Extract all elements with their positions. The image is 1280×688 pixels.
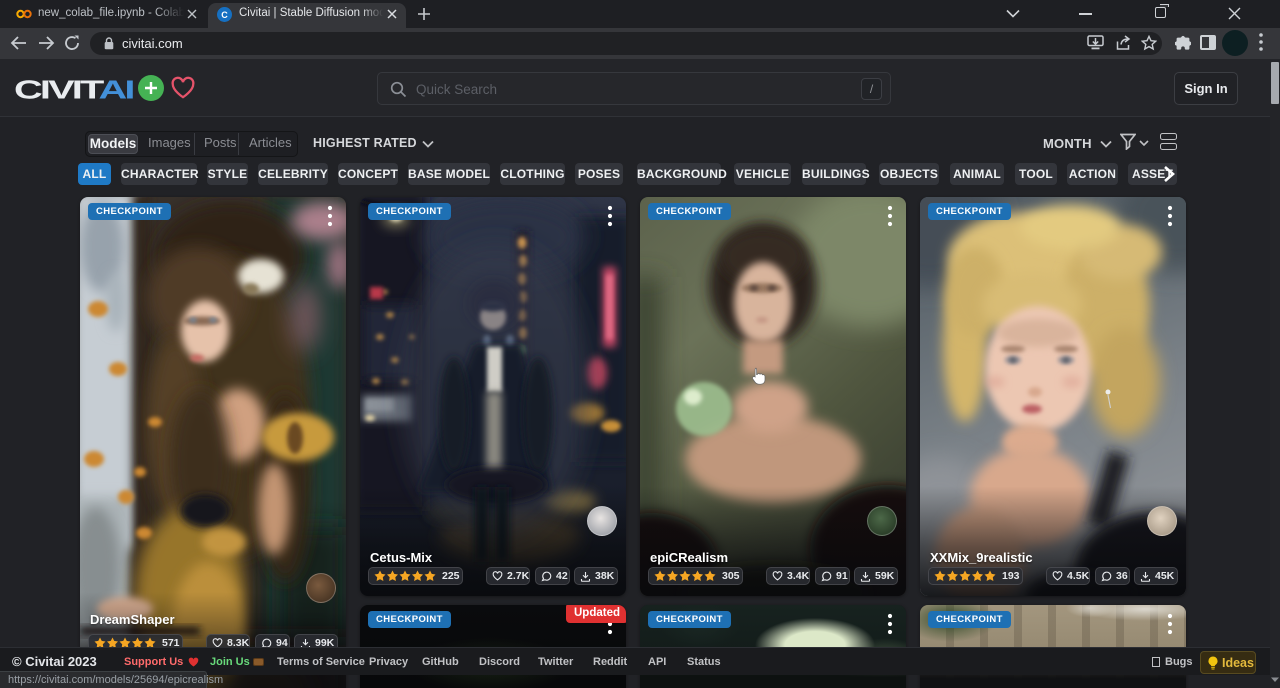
svg-text:C: C <box>221 10 228 20</box>
